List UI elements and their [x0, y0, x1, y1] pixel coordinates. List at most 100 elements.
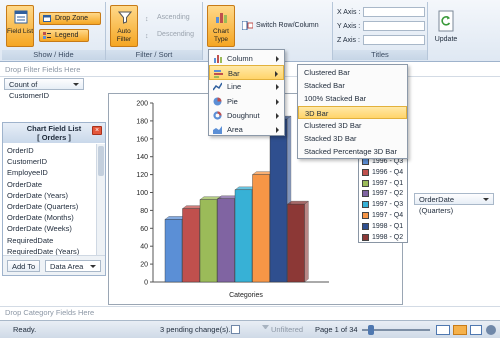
chart-type-menu-item[interactable]: Doughnut	[209, 108, 284, 123]
sort-descending-icon: ↕	[145, 33, 149, 40]
sort-descending-button[interactable]: ↕ Descending	[143, 29, 194, 40]
funnel-icon	[118, 11, 132, 24]
field-list-button[interactable]: Field List	[6, 5, 34, 47]
y-tick-label: 20	[140, 262, 148, 269]
field-list-item[interactable]: OrderDate (Months)	[3, 212, 97, 223]
zoom-slider-thumb[interactable]	[368, 325, 374, 335]
drop-zone-button[interactable]: Drop Zone	[39, 12, 101, 25]
bar	[199, 199, 218, 283]
legend-item: 1997 - Q2	[362, 189, 403, 199]
chart-legend: 1996 - Q3 1996 - Q4 1997 - Q1 1997 - Q2 1997…	[358, 155, 408, 243]
save-changes-icon[interactable]	[231, 325, 240, 334]
x-axis-title-input[interactable]	[363, 7, 425, 17]
pie-chart-icon	[213, 97, 222, 106]
field-list-item[interactable]: OrderDate (Years)	[3, 190, 97, 201]
bar-submenu-item[interactable]: Stacked 3D Bar	[298, 132, 407, 145]
bar-side	[304, 200, 309, 283]
chevron-down-icon	[483, 198, 489, 201]
legend-label: 1997 - Q2	[372, 190, 404, 198]
y-tick-label: 120	[136, 172, 148, 179]
legend-swatch	[362, 222, 369, 230]
x-axis-title-row: X Axis :	[337, 7, 427, 18]
filter-status: Unfiltered	[271, 325, 304, 334]
legend-swatch	[362, 158, 369, 165]
bar-submenu-item[interactable]: Stacked Bar	[298, 79, 407, 92]
group-caption-filter-sort: Filter / Sort	[106, 50, 202, 60]
auto-filter-label: Auto Filter	[116, 28, 132, 43]
auto-filter-button[interactable]: Auto Filter	[110, 5, 138, 47]
chart-type-menu: Column Bar Line Pie Doughnut Area	[208, 49, 285, 136]
switch-row-column-button[interactable]: Switch Row/Column	[240, 20, 319, 31]
bar	[164, 219, 183, 283]
legend-item: 1998 - Q1	[362, 222, 403, 232]
chart-type-label: Chart Type	[213, 28, 229, 43]
field-list-header: Chart Field List [ Orders ]	[3, 123, 105, 143]
chart-type-menu-item[interactable]: Pie	[209, 94, 284, 109]
zoom-icon[interactable]	[486, 325, 496, 335]
y-tick-label: 160	[136, 136, 148, 143]
field-list-item[interactable]: RequiredDate	[3, 235, 97, 246]
z-axis-title-input[interactable]	[363, 35, 425, 45]
legend-swatch	[362, 190, 369, 198]
bar-submenu-item[interactable]: Clustered 3D Bar	[298, 119, 407, 132]
chart-view-icon[interactable]	[453, 325, 467, 335]
series-field-button[interactable]: OrderDate (Quarters)	[414, 193, 494, 215]
group-caption-titles: Titles	[333, 50, 427, 60]
chart-type-button[interactable]: Chart Type	[207, 5, 235, 47]
field-list-item[interactable]: EmployeeID	[3, 167, 97, 178]
chart-type-menu-label: Pie	[227, 96, 238, 106]
field-list-item[interactable]: OrderDate	[3, 179, 97, 190]
sort-ascending-button[interactable]: ↕ Ascending	[143, 12, 190, 23]
legend-label: 1996 - Q4	[372, 168, 404, 176]
design-view-icon[interactable]	[470, 325, 482, 335]
refresh-icon	[438, 10, 454, 32]
legend-label: Legend	[55, 32, 79, 39]
page-indicator: Page 1 of 34	[315, 325, 358, 334]
update-label: Update	[434, 36, 458, 43]
legend-item: 1997 - Q1	[362, 179, 403, 189]
z-axis-title-row: Z Axis :	[337, 35, 427, 46]
scrollbar-thumb[interactable]	[98, 146, 104, 176]
field-list-item[interactable]: OrderDate (Weeks)	[3, 223, 97, 234]
chart-field-list: Chart Field List [ Orders ] × OrderID Cus…	[2, 122, 106, 276]
column-chart-icon	[214, 55, 222, 63]
field-list-item[interactable]: OrderID	[3, 145, 97, 156]
bar-submenu-item[interactable]: Clustered Bar	[298, 66, 407, 79]
legend-swatch	[362, 179, 369, 187]
chevron-right-icon	[276, 84, 279, 91]
bar-submenu-item[interactable]: 3D Bar	[298, 105, 407, 119]
close-icon[interactable]: ×	[92, 126, 102, 135]
data-field-button[interactable]: Count of CustomerID	[4, 78, 84, 100]
chart-type-menu-item[interactable]: Column	[209, 51, 284, 66]
drop-category-zone[interactable]: Drop Category Fields Here	[0, 306, 500, 319]
y-axis-title-input[interactable]	[363, 21, 425, 31]
bar-submenu-item[interactable]: 100% Stacked Bar	[298, 92, 407, 105]
chart-type-menu-item[interactable]: Line	[209, 79, 284, 94]
field-list-item[interactable]: OrderDate (Quarters)	[3, 201, 97, 212]
x-axis-title: Categories	[229, 292, 263, 299]
series-field-label: OrderDate (Quarters)	[419, 195, 455, 215]
y-axis-title-row: Y Axis :	[337, 21, 427, 32]
field-list-scrollbar[interactable]	[96, 144, 105, 255]
field-list-item[interactable]: CustomerID	[3, 156, 97, 167]
add-to-button[interactable]: Add To	[7, 260, 41, 272]
datasheet-view-icon[interactable]	[436, 325, 450, 335]
drop-zone-icon	[43, 15, 51, 22]
chart-type-menu-item[interactable]: Area	[209, 122, 284, 137]
sort-ascending-icon: ↕	[145, 16, 149, 23]
chart-type-menu-label: Area	[227, 125, 243, 134]
legend-swatch	[362, 233, 369, 241]
area-select[interactable]: Data Area	[45, 260, 101, 272]
y-tick-label: 200	[136, 101, 148, 108]
bar	[252, 174, 270, 283]
legend-button[interactable]: Legend	[39, 29, 89, 42]
field-list-subtitle: [ Orders ]	[37, 133, 71, 142]
chart-type-menu-label: Bar	[228, 69, 240, 79]
bar-chart-icon	[214, 70, 223, 79]
bar	[217, 198, 235, 283]
bar-submenu-item[interactable]: Stacked Percentage 3D Bar	[298, 145, 407, 158]
chart-type-menu-item[interactable]: Bar	[209, 65, 284, 81]
field-list-label: Field List	[7, 28, 34, 35]
field-list-item[interactable]: RequiredDate (Years)	[3, 246, 97, 255]
update-button[interactable]: Update	[430, 6, 462, 50]
